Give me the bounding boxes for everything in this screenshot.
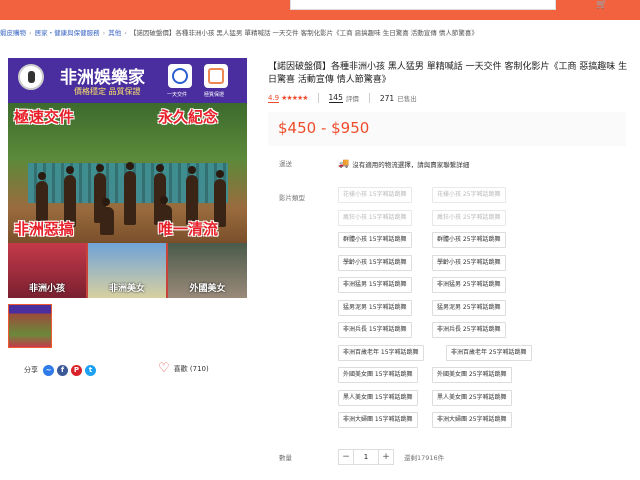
facebook-icon[interactable]: f xyxy=(57,364,68,376)
favorite-label: 喜歡 (710) xyxy=(173,365,209,373)
variant-option-button[interactable]: 黑人美女團 25字喊話跳舞 xyxy=(432,389,512,406)
image-figure xyxy=(100,198,114,235)
favorite-button[interactable]: ♡ 喜歡 (710) xyxy=(158,361,209,376)
image-text: 唯一清流 xyxy=(158,220,219,238)
variant-option-button[interactable]: 外國美女團 25字喊話跳舞 xyxy=(432,367,512,383)
shipping-info: 🚚 沒有適用的物流選擇，請與賣家聯繫詳細 xyxy=(338,159,469,169)
variant-option-button[interactable]: 非洲兵長 25字喊話跳舞 xyxy=(432,322,506,338)
product-title: 【諾因破盤價】各種非洲小孩 黑人猛男 單精喊話 一天交件 客制化影片《工商 惡搞… xyxy=(268,62,628,85)
quantity-input[interactable]: 1 xyxy=(354,449,378,465)
pinterest-icon[interactable]: P xyxy=(71,364,82,376)
reviews-count[interactable]: 145 xyxy=(328,93,343,103)
image-thumb-caption: 非洲小孩 xyxy=(28,284,65,294)
star-rating-icon: ★★★★★ xyxy=(281,94,308,102)
shipping-label: 運送 xyxy=(279,160,292,168)
twitter-icon[interactable]: t xyxy=(85,364,96,376)
badge-label: 一天交件 xyxy=(167,92,188,98)
image-text: 非洲惡搞 xyxy=(14,220,75,238)
quantity-minus-button[interactable]: − xyxy=(338,449,354,465)
variant-option-button[interactable]: 猛男泥男 25字喊話跳舞 xyxy=(432,299,506,316)
variant-option-button[interactable]: 非洲猛男 25字喊話跳舞 xyxy=(432,277,506,293)
share-label: 分享 xyxy=(24,366,38,374)
variant-option-button[interactable]: 學齡小孩 15字喊話跳舞 xyxy=(338,254,412,271)
product-meta: 4.9 ★★★★★ 145 評價 271 已售出 xyxy=(268,93,417,103)
image-figure xyxy=(124,162,136,225)
image-text: 永久紀念 xyxy=(158,108,219,126)
variant-option-button: 瘋狂小孩 25字喊話跳舞 xyxy=(432,209,506,226)
product-main-image[interactable]: 非洲娛樂家 價格穩定 品質保證 一天交件 極質保證 極速交件 永久紀念 非洲惡搞… xyxy=(8,58,247,298)
image-thumb-caption: 非洲美女 xyxy=(108,284,145,294)
variant-option-button[interactable]: 外國美女團 15字喊話跳舞 xyxy=(338,367,418,383)
top-bar: 🛒 xyxy=(0,0,640,20)
truck-icon: 🚚 xyxy=(338,159,350,169)
variant-option-button[interactable]: 非洲百歲老年 25字喊話跳舞 xyxy=(446,344,532,361)
cart-icon[interactable]: 🛒 xyxy=(596,0,607,10)
variant-option-button: 瘋狂小孩 15字喊話跳舞 xyxy=(338,209,412,226)
variant-option-button[interactable]: 非洲大婦團 15字喊話跳舞 xyxy=(338,412,418,428)
variant-option-button[interactable]: 群體小孩 25字喊話跳舞 xyxy=(432,232,506,248)
breadcrumb-current: 【諾因破盤價】各種非洲小孩 黑人猛男 單精喊話 一天交件 客制化影片《工商 惡搞… xyxy=(129,29,478,37)
price-range: $450 - $950 xyxy=(278,119,370,137)
variant-option-button[interactable]: 非洲百歲老年 15字喊話跳舞 xyxy=(338,344,424,361)
variant-option-button[interactable]: 非洲大婦團 25字喊話跳舞 xyxy=(432,412,512,428)
image-banner: 非洲娛樂家 價格穩定 品質保證 一天交件 極質保證 xyxy=(8,58,247,103)
image-thumb: 外國美女 xyxy=(168,243,247,298)
image-thumb-strip: 非洲小孩 非洲美女 外國美女 xyxy=(8,243,247,298)
breadcrumb: 蝦皮購物 › 居家・健康與保健服務 › 其他 › 【諾因破盤價】各種非洲小孩 黑人猛男 單精… xyxy=(0,27,640,41)
variant-option-button[interactable]: 猛男泥男 15字喊話跳舞 xyxy=(338,299,412,316)
sold-label: 已售出 xyxy=(397,95,417,103)
product-thumbnail[interactable] xyxy=(8,304,52,348)
variant-option-button[interactable]: 非洲兵長 15字喊話跳舞 xyxy=(338,322,412,338)
stock-text: 還剩17916件 xyxy=(404,454,445,462)
image-thumb-caption: 外國美女 xyxy=(189,284,226,294)
clock-icon xyxy=(168,64,192,88)
variant-option-button[interactable]: 非洲猛男 15字喊話跳舞 xyxy=(338,277,412,293)
breadcrumb-item-sub[interactable]: 其他 xyxy=(108,29,121,37)
variant-option-button[interactable]: 群體小孩 15字喊話跳舞 xyxy=(338,232,412,248)
heart-icon: ♡ xyxy=(158,361,170,376)
image-slogan-text: 價格穩定 品質保證 xyxy=(74,87,141,96)
image-thumb: 非洲小孩 xyxy=(8,243,86,298)
image-brand-text: 非洲娛樂家 xyxy=(60,68,145,88)
variant-option-button[interactable]: 學齡小孩 25字喊話跳舞 xyxy=(432,254,506,271)
reviews-label: 評價 xyxy=(345,95,359,103)
breadcrumb-item-home[interactable]: 蝦皮購物 xyxy=(0,29,26,37)
quality-badge-icon xyxy=(204,64,228,88)
options-label: 影片類型 xyxy=(279,194,305,202)
breadcrumb-separator: › xyxy=(124,29,127,37)
divider xyxy=(317,93,319,103)
brand-logo xyxy=(18,64,44,90)
image-thumb: 非洲美女 xyxy=(88,243,166,298)
quantity-plus-button[interactable]: + xyxy=(378,449,394,465)
price-box: $450 - $950 xyxy=(268,112,626,146)
breadcrumb-item-category[interactable]: 居家・健康與保健服務 xyxy=(35,29,100,37)
breadcrumb-separator: › xyxy=(102,29,106,37)
quantity-label: 數量 xyxy=(279,454,292,462)
variant-option-button: 花樣小孩 15字喊話跳舞 xyxy=(338,187,412,203)
search-input[interactable] xyxy=(290,0,556,10)
variant-option-button[interactable]: 黑人美女團 15字喊話跳舞 xyxy=(338,389,418,406)
badge-label: 極質保證 xyxy=(204,92,225,98)
shipping-text: 沒有適用的物流選擇，請與賣家聯繫詳細 xyxy=(352,161,470,169)
share-row: 分享 ~ f P t xyxy=(24,364,96,376)
divider xyxy=(368,93,370,103)
quantity-stepper: − 1 + 還剩17916件 xyxy=(338,449,444,465)
image-text: 極速交件 xyxy=(14,108,75,126)
breadcrumb-separator: › xyxy=(29,29,32,37)
rating-value[interactable]: 4.9 xyxy=(268,94,280,103)
sold-count: 271 xyxy=(379,93,395,103)
variant-option-button: 花樣小孩 25字喊話跳舞 xyxy=(432,187,506,203)
messenger-icon[interactable]: ~ xyxy=(43,364,54,376)
